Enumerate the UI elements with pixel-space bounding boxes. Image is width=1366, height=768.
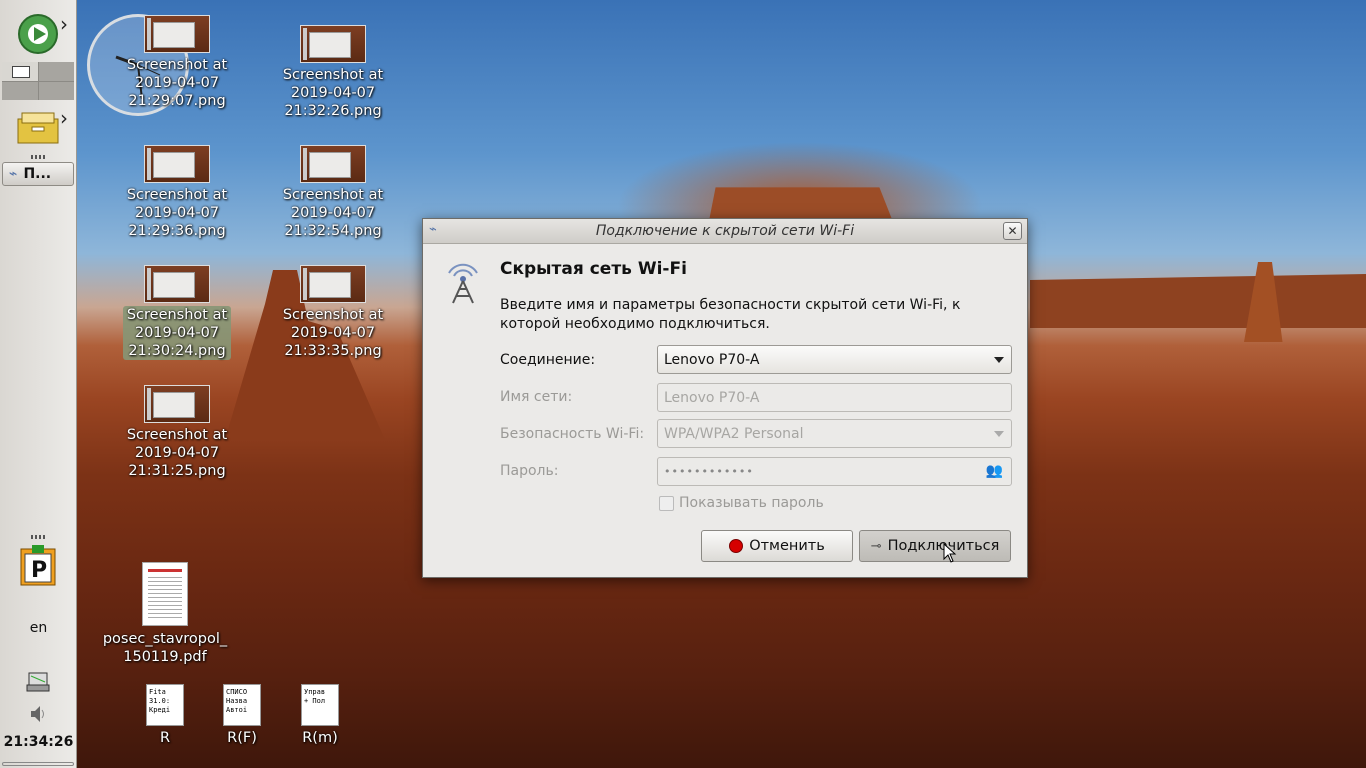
desktop-file-screenshot-213125[interactable]: Screenshot at 2019-04-07 21:31:25.png (97, 385, 257, 480)
network-monitor-icon (26, 672, 50, 692)
password-input[interactable]: •••••••••••• 👥 (657, 457, 1012, 486)
drawer-icon (17, 112, 59, 144)
image-thumbnail (300, 265, 366, 303)
ssid-value: Lenovo P70-A (664, 389, 760, 406)
svg-text:P: P (31, 558, 47, 583)
cancel-button[interactable]: Отменить (701, 530, 853, 562)
workspace-3[interactable] (2, 81, 38, 100)
app-menu-icon (18, 14, 58, 54)
network-icon: ⌁ (9, 166, 18, 182)
image-thumbnail (300, 145, 366, 183)
chevron-right-icon[interactable]: › (60, 106, 68, 130)
text-document-icon: Управ + Пол (301, 684, 339, 726)
pdf-document-icon (142, 562, 188, 626)
mouse-pointer-icon (943, 543, 957, 563)
ssid-label: Имя сети: (500, 389, 573, 405)
close-icon: ✕ (1007, 224, 1018, 238)
dropdown-arrow-icon (994, 357, 1004, 363)
users-icon[interactable]: 👥 (986, 463, 1003, 479)
workspace-4[interactable] (38, 81, 74, 100)
speaker-icon (31, 706, 44, 722)
connection-label: Соединение: (500, 352, 596, 368)
file-label: Screenshot at 2019-04-07 21:32:54.png (282, 187, 384, 239)
file-label: Screenshot at 2019-04-07 21:32:26.png (282, 67, 384, 119)
security-label: Безопасность Wi-Fi: (500, 426, 645, 442)
checkbox-box[interactable] (659, 495, 674, 511)
dialog-heading: Скрытая сеть Wi-Fi (500, 259, 687, 279)
chevron-right-icon[interactable]: › (60, 12, 68, 36)
desktop-file-screenshot-213024[interactable]: Screenshot at 2019-04-07 21:30:24.png (97, 265, 257, 360)
security-value: WPA/WPA2 Personal (664, 425, 804, 442)
clipboard-applet[interactable]: P (15, 545, 61, 586)
close-button[interactable]: ✕ (1003, 222, 1022, 240)
password-label: Пароль: (500, 463, 559, 479)
panel-clock[interactable]: 21:34:26 (0, 734, 77, 750)
butte-right (1030, 274, 1366, 328)
desktop-file-screenshot-213335[interactable]: Screenshot at 2019-04-07 21:33:35.png (253, 265, 413, 360)
desktop-file-rm[interactable]: Управ + Пол R(m) (240, 684, 400, 747)
wireless-tower-icon (448, 263, 478, 304)
desktop-file-pdf[interactable]: posec_stavropol_ 150119.pdf (85, 562, 245, 666)
panel-scrollbar[interactable] (2, 762, 74, 766)
volume-applet[interactable] (15, 700, 61, 728)
clipboard-p-icon: P (20, 545, 56, 586)
file-label: Screenshot at 2019-04-07 21:29:36.png (126, 187, 228, 239)
show-password-checkbox[interactable]: Показывать пароль (659, 495, 824, 511)
file-manager-button[interactable] (15, 108, 61, 148)
panel-grip (31, 155, 47, 159)
desktop-file-screenshot-213254[interactable]: Screenshot at 2019-04-07 21:32:54.png (253, 145, 413, 240)
keyboard-layout-indicator[interactable]: en (0, 620, 77, 636)
plug-icon: ⊸ (870, 538, 882, 554)
image-thumbnail (300, 25, 366, 63)
wifi-title-icon: ⌁ (429, 222, 437, 237)
left-panel: › › ⌁ П... P en 21:34:26 (0, 0, 77, 768)
stop-icon (729, 539, 744, 553)
file-label: Screenshot at 2019-04-07 21:29:07.png (126, 57, 228, 109)
dialog-titlebar[interactable]: ⌁ Подключение к скрытой сети Wi-Fi ✕ (423, 219, 1027, 244)
dialog-description: Введите имя и параметры безопасности скр… (500, 297, 961, 332)
workspace-pager[interactable] (2, 62, 74, 100)
file-label: R(m) (302, 730, 338, 746)
image-thumbnail (144, 385, 210, 423)
file-label: Screenshot at 2019-04-07 21:33:35.png (282, 307, 384, 359)
desktop-file-screenshot-212907[interactable]: Screenshot at 2019-04-07 21:29:07.png (97, 15, 257, 110)
desktop-file-screenshot-212936[interactable]: Screenshot at 2019-04-07 21:29:36.png (97, 145, 257, 240)
file-label: posec_stavropol_ 150119.pdf (102, 631, 228, 665)
file-label: Screenshot at 2019-04-07 21:31:25.png (126, 427, 228, 479)
panel-grip (31, 535, 47, 539)
image-thumbnail (144, 265, 210, 303)
dialog-title: Подключение к скрытой сети Wi-Fi (595, 223, 855, 239)
connection-value: Lenovo P70-A (664, 351, 760, 368)
image-thumbnail (144, 15, 210, 53)
file-label: Screenshot at 2019-04-07 21:30:24.png (122, 306, 232, 360)
workspace-1[interactable] (2, 62, 38, 81)
connect-button[interactable]: ⊸ Подключиться (859, 530, 1011, 562)
cancel-label: Отменить (749, 538, 825, 554)
taskbar-item-wifi-dialog[interactable]: ⌁ П... (2, 162, 74, 186)
menu-button[interactable] (15, 14, 61, 54)
desktop-file-screenshot-213226[interactable]: Screenshot at 2019-04-07 21:32:26.png (253, 25, 413, 120)
hidden-wifi-dialog: ⌁ Подключение к скрытой сети Wi-Fi ✕ Скр… (422, 218, 1028, 578)
security-select[interactable]: WPA/WPA2 Personal (657, 419, 1012, 448)
connection-select[interactable]: Lenovo P70-A (657, 345, 1012, 374)
ssid-input[interactable]: Lenovo P70-A (657, 383, 1012, 412)
taskbar-item-label: П... (23, 166, 52, 182)
password-value: •••••••••••• (664, 465, 754, 478)
show-password-label: Показывать пароль (679, 495, 824, 511)
network-applet[interactable] (15, 668, 61, 698)
workspace-2[interactable] (38, 62, 74, 81)
dropdown-arrow-icon (994, 431, 1004, 437)
image-thumbnail (144, 145, 210, 183)
